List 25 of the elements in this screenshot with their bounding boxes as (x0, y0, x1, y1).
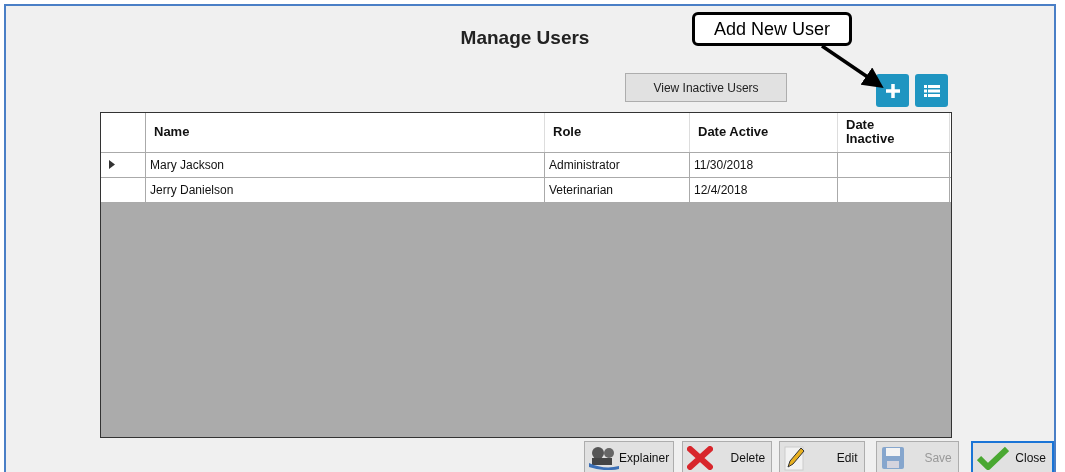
table-cell: 11/30/2018 (690, 152, 838, 177)
pencil-icon (784, 444, 807, 471)
table-cell: Jerry Danielson (146, 177, 545, 202)
table-cell: Mary Jackson (146, 152, 545, 177)
table-cell: Veterinarian (545, 177, 690, 202)
column-header[interactable]: Role (545, 112, 690, 152)
column-header[interactable]: Name (146, 112, 545, 152)
plus-icon (883, 81, 902, 100)
explainer-button[interactable]: Explainer (584, 441, 675, 472)
film-reel-icon (589, 445, 619, 470)
list-icon (923, 83, 940, 98)
table-cell: Administrator (545, 152, 690, 177)
current-row-icon (109, 160, 115, 170)
column-header[interactable]: Date Inactive (838, 112, 950, 152)
column-header[interactable]: Date Active (690, 112, 838, 152)
delete-x-icon (687, 445, 714, 470)
window-title: Manage Users (460, 26, 590, 49)
delete-button[interactable]: Delete (682, 441, 773, 472)
checkmark-icon (976, 445, 1009, 470)
edit-button[interactable]: Edit (779, 441, 865, 472)
add-user-button[interactable] (876, 74, 909, 108)
callout-label: Add New User (692, 12, 852, 46)
list-button[interactable] (915, 74, 948, 108)
close-button[interactable]: Close (970, 441, 1054, 472)
table-cell: 12/4/2018 (690, 177, 838, 202)
